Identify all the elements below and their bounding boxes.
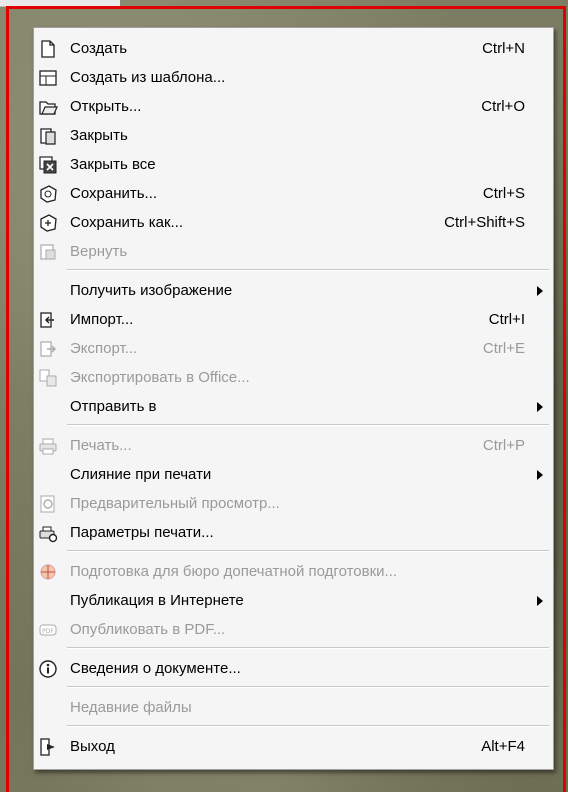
menu-item-label: Экспортировать в Office...	[70, 369, 250, 386]
menu-item-publish-to-pdf[interactable]: PDF Опубликовать в PDF...	[34, 615, 553, 644]
template-icon	[38, 68, 58, 88]
menu-item-print[interactable]: Печать... Ctrl+P	[34, 431, 553, 460]
menu-item-print-setup[interactable]: Параметры печати...	[34, 518, 553, 547]
export-icon	[38, 339, 58, 359]
menu-item-save[interactable]: Сохранить... Ctrl+S	[34, 179, 553, 208]
new-document-icon	[38, 39, 58, 59]
menu-item-label: Слияние при печати	[70, 466, 212, 483]
menu-item-label: Сведения о документе...	[70, 660, 241, 677]
menu-item-shortcut: Ctrl+O	[481, 98, 525, 115]
submenu-arrow-icon	[537, 286, 543, 296]
menu-item-label: Недавние файлы	[70, 699, 192, 716]
menu-item-shortcut: Ctrl+S	[482, 185, 525, 202]
menu-separator	[67, 550, 549, 552]
menu-item-shortcut: Ctrl+Shift+S	[444, 214, 525, 231]
menu-item-shortcut: Ctrl+I	[488, 311, 525, 328]
menu-item-revert[interactable]: Вернуть	[34, 237, 553, 266]
menu-item-label: Вернуть	[70, 243, 128, 260]
info-icon	[38, 659, 58, 679]
menu-item-shortcut: Alt+F4	[481, 738, 525, 755]
pdf-icon: PDF	[38, 620, 58, 640]
menu-item-label: Закрыть	[70, 127, 128, 144]
menu-item-new[interactable]: Создать Ctrl+N	[34, 34, 553, 63]
save-icon	[38, 184, 58, 204]
menu-item-document-properties[interactable]: Сведения о документе...	[34, 654, 553, 683]
menu-item-shortcut: Ctrl+P	[482, 437, 525, 454]
menu-item-exit[interactable]: Выход Alt+F4	[34, 732, 553, 761]
open-folder-icon	[38, 97, 58, 117]
menu-item-label: Опубликовать в PDF...	[70, 621, 226, 638]
menu-item-label: Создать	[70, 40, 128, 57]
menu-item-label: Закрыть все	[70, 156, 156, 173]
menu-item-close[interactable]: Закрыть	[34, 121, 553, 150]
print-setup-icon	[38, 523, 58, 543]
exit-icon	[38, 737, 58, 757]
file-menu: Создать Ctrl+N Создать из шаблона... Отк…	[33, 27, 554, 770]
close-all-icon	[38, 155, 58, 175]
menu-item-export-to-office[interactable]: Экспортировать в Office...	[34, 363, 553, 392]
menu-item-label: Экспорт...	[70, 340, 138, 357]
print-preview-icon	[38, 494, 58, 514]
menu-item-save-as[interactable]: Сохранить как... Ctrl+Shift+S	[34, 208, 553, 237]
menu-item-open[interactable]: Открыть... Ctrl+O	[34, 92, 553, 121]
save-as-icon	[38, 213, 58, 233]
import-icon	[38, 310, 58, 330]
menu-item-print-merge[interactable]: Слияние при печати	[34, 460, 553, 489]
menu-item-import[interactable]: Импорт... Ctrl+I	[34, 305, 553, 334]
menu-item-close-all[interactable]: Закрыть все	[34, 150, 553, 179]
service-bureau-icon	[38, 562, 58, 582]
menu-item-acquire-image[interactable]: Получить изображение	[34, 276, 553, 305]
menu-separator	[67, 269, 549, 271]
menu-item-shortcut: Ctrl+E	[482, 340, 525, 357]
menu-item-shortcut: Ctrl+N	[482, 40, 525, 57]
menu-item-label: Выход	[70, 738, 115, 755]
menu-item-prepare-for-service-bureau[interactable]: Подготовка для бюро допечатной подготовк…	[34, 557, 553, 586]
menu-separator	[67, 424, 549, 426]
menu-item-label: Получить изображение	[70, 282, 233, 299]
menu-item-label: Печать...	[70, 437, 132, 454]
menu-item-label: Отправить в	[70, 398, 157, 415]
menu-separator	[67, 725, 549, 727]
menu-item-label: Параметры печати...	[70, 524, 214, 541]
menu-item-label: Создать из шаблона...	[70, 69, 226, 86]
export-office-icon	[38, 368, 58, 388]
menu-item-send-to[interactable]: Отправить в	[34, 392, 553, 421]
menu-item-new-from-template[interactable]: Создать из шаблона...	[34, 63, 553, 92]
menu-item-print-preview[interactable]: Предварительный просмотр...	[34, 489, 553, 518]
close-document-icon	[38, 126, 58, 146]
menu-item-label: Открыть...	[70, 98, 142, 115]
menu-item-label: Публикация в Интернете	[70, 592, 244, 609]
menu-separator	[67, 686, 549, 688]
menu-item-label: Подготовка для бюро допечатной подготовк…	[70, 563, 398, 580]
revert-icon	[38, 242, 58, 262]
menu-item-label: Сохранить как...	[70, 214, 184, 231]
menu-item-export[interactable]: Экспорт... Ctrl+E	[34, 334, 553, 363]
menu-separator	[67, 647, 549, 649]
menu-item-label: Импорт...	[70, 311, 134, 328]
menu-item-recent-files: Недавние файлы	[34, 693, 553, 722]
menu-item-publish-to-web[interactable]: Публикация в Интернете	[34, 586, 553, 615]
printer-icon	[38, 436, 58, 456]
svg-text:PDF: PDF	[42, 628, 54, 635]
submenu-arrow-icon	[537, 402, 543, 412]
submenu-arrow-icon	[537, 596, 543, 606]
submenu-arrow-icon	[537, 470, 543, 480]
menu-item-label: Предварительный просмотр...	[70, 495, 280, 512]
menu-item-label: Сохранить...	[70, 185, 158, 202]
